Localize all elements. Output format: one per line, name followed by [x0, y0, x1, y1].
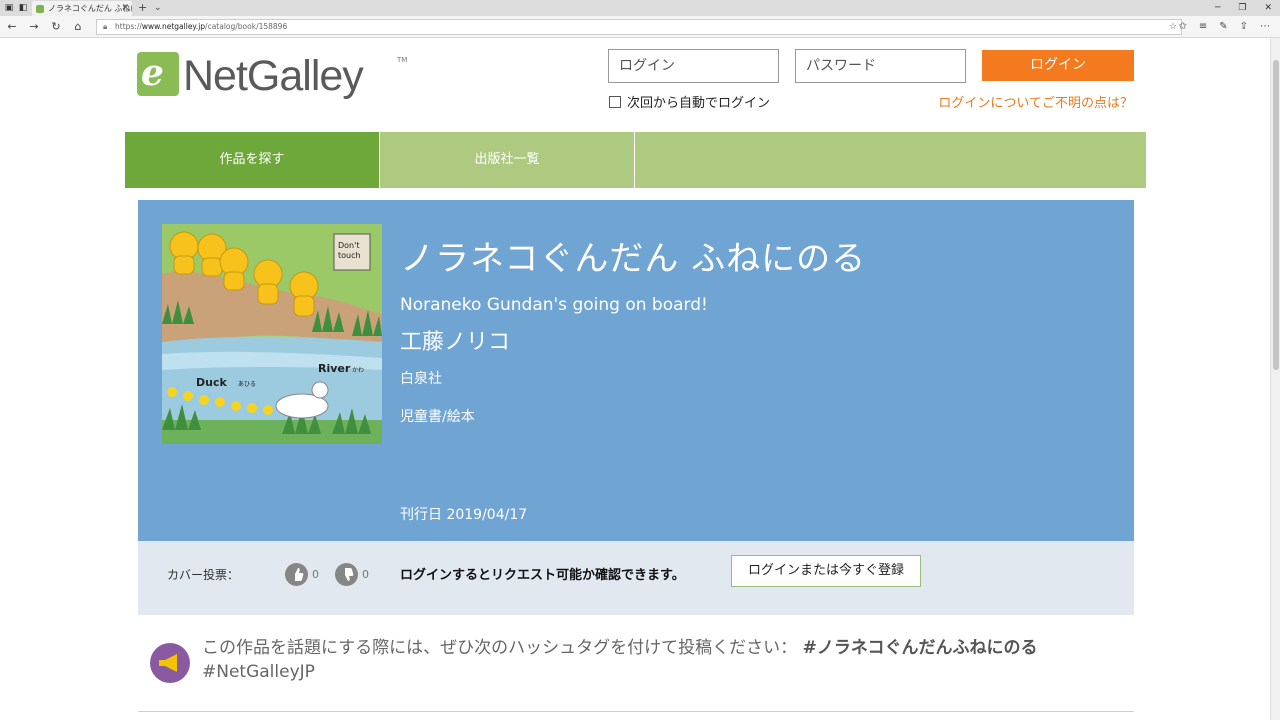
cover-duck-kana: あひる — [238, 381, 256, 388]
pubdate-label: 刊行日 — [400, 507, 442, 523]
url-prefix: https:// — [115, 22, 142, 31]
url-path: /catalog/book/158896 — [205, 22, 288, 31]
restore-icon[interactable]: ❐ — [1238, 0, 1246, 16]
divider — [138, 711, 1134, 712]
back-icon[interactable]: ← — [4, 19, 20, 35]
netgalley-favicon-icon — [36, 5, 44, 13]
browser-toolbar-right: ✩ ≡ ✎ ⇪ ⋯ — [1178, 19, 1270, 35]
refresh-icon[interactable]: ↻ — [48, 19, 64, 35]
cover-sign-line2: touch — [338, 251, 361, 260]
cover-river-label: River — [318, 362, 351, 375]
book-cover-image[interactable]: Don't touch River かわ Duck あひる — [162, 224, 382, 444]
publication-date: 刊行日 2019/04/17 — [400, 506, 527, 524]
checkbox-icon[interactable] — [609, 96, 621, 108]
forward-icon[interactable]: → — [26, 19, 42, 35]
book-hero: Don't touch River かわ Duck あひる ノラネコぐんだん ふ… — [138, 200, 1134, 541]
logo-trademark: TM — [397, 56, 408, 64]
vote-down[interactable]: 0 — [335, 562, 369, 586]
page-scrollbar[interactable] — [1270, 38, 1280, 720]
browser-tab-title: ノラネコぐんだん ふねにのる — [48, 4, 132, 13]
book-category[interactable]: 児童書/絵本 — [400, 408, 475, 426]
vote-up-count: 0 — [312, 567, 319, 581]
nav-item-publishers[interactable]: 出版社一覧 — [380, 132, 635, 188]
thumbs-down-icon[interactable] — [335, 562, 358, 586]
action-bar: カバー投票： 0 0 ログインするとリクエスト可能か確認できます。 ログインまた… — [138, 541, 1134, 615]
favorite-star-icon[interactable]: ☆ — [1169, 20, 1177, 34]
request-message: ログインするとリクエスト可能か確認できます。 — [400, 568, 685, 583]
more-icon[interactable]: ⋯ — [1260, 19, 1270, 35]
logo-mark-icon: e — [137, 52, 179, 96]
share-icon[interactable]: ⇪ — [1240, 19, 1248, 35]
main-nav: 作品を探す 出版社一覧 — [125, 132, 1146, 188]
browser-nav-bar: ← → ↻ ⌂ 🔒︎ https://www.netgalley.jp/cata… — [0, 16, 1280, 38]
scrollbar-thumb[interactable] — [1273, 60, 1279, 370]
window-controls: ─ ❐ ✕ — [1215, 0, 1272, 16]
pubdate-value: 2019/04/17 — [446, 507, 528, 523]
chevron-down-icon[interactable]: ⌄ — [154, 0, 162, 16]
page: e NetGalley TM ログイン パスワード ログイン 次回から自動でログ… — [0, 38, 1270, 720]
reading-list-icon[interactable]: ≡ — [1199, 19, 1207, 35]
notes-icon[interactable]: ✎ — [1219, 19, 1227, 35]
remember-login-checkbox[interactable]: 次回から自動でログイン — [609, 96, 770, 112]
browser-tab[interactable]: ノラネコぐんだん ふねにのる ✕ — [32, 1, 132, 16]
hashtag-text: この作品を話題にする際には、ぜひ次のハッシュタグを付けて投稿ください： #ノラネ… — [202, 636, 1142, 684]
book-title: ノラネコぐんだん ふねにのる — [400, 239, 867, 279]
hashtag-notice: この作品を話題にする際には、ぜひ次のハッシュタグを付けて投稿ください： #ノラネ… — [150, 636, 1140, 696]
logo-text: NetGalley — [183, 52, 364, 100]
cover-illustration: Don't touch River かわ Duck あひる — [162, 224, 382, 444]
book-publisher[interactable]: 白泉社 — [400, 370, 442, 388]
new-tab-icon[interactable]: + — [138, 0, 147, 16]
netgalley-logo[interactable]: e NetGalley TM — [137, 52, 417, 104]
hashtag-instruction: この作品を話題にする際には、ぜひ次のハッシュタグを付けて投稿ください： — [202, 638, 798, 658]
cover-vote-label: カバー投票： — [167, 568, 240, 582]
megaphone-icon — [150, 643, 190, 683]
close-window-icon[interactable]: ✕ — [1264, 0, 1272, 16]
book-author[interactable]: 工藤ノリコ — [400, 328, 510, 358]
remember-login-label: 次回から自動でログイン — [627, 96, 771, 111]
address-bar[interactable]: 🔒︎ https://www.netgalley.jp/catalog/book… — [96, 19, 1182, 35]
url-domain: www.netgalley.jp — [141, 22, 206, 31]
thumbs-up-icon[interactable] — [285, 562, 308, 586]
nav-item-find-titles[interactable]: 作品を探す — [125, 132, 380, 188]
login-button[interactable]: ログイン — [982, 50, 1134, 81]
login-id-input[interactable]: ログイン — [608, 49, 779, 83]
vote-down-count: 0 — [362, 567, 369, 581]
book-subtitle: Noraneko Gundan's going on board! — [400, 295, 708, 315]
login-or-register-button[interactable]: ログインまたは今すぐ登録 — [731, 555, 921, 587]
minimize-icon[interactable]: ─ — [1215, 0, 1220, 16]
cover-river-kana: かわ — [352, 367, 364, 374]
vote-up[interactable]: 0 — [285, 562, 319, 586]
home-icon[interactable]: ⌂ — [70, 19, 86, 35]
hashtag-netgalley[interactable]: #NetGalleyJP — [202, 662, 315, 682]
hashtag-title[interactable]: #ノラネコぐんだんふねにのる — [803, 638, 1038, 658]
browser-tab-bar: ▣ ◧ ノラネコぐんだん ふねにのる ✕ + ⌄ ─ ❐ ✕ — [0, 0, 1280, 16]
password-input[interactable]: パスワード — [795, 49, 966, 83]
cover-sign-line1: Don't — [338, 241, 359, 250]
back-tabs-icon[interactable]: ◧ — [18, 3, 28, 13]
login-help-link[interactable]: ログインについてご不明の点は？ — [938, 96, 1133, 112]
close-tab-icon[interactable]: ✕ — [121, 1, 129, 16]
favorites-icon[interactable]: ✩ — [1178, 19, 1186, 35]
cover-duck-label: Duck — [196, 376, 227, 389]
lock-icon: 🔒︎ — [103, 22, 108, 31]
tab-actions-icon[interactable]: ▣ — [4, 3, 14, 13]
